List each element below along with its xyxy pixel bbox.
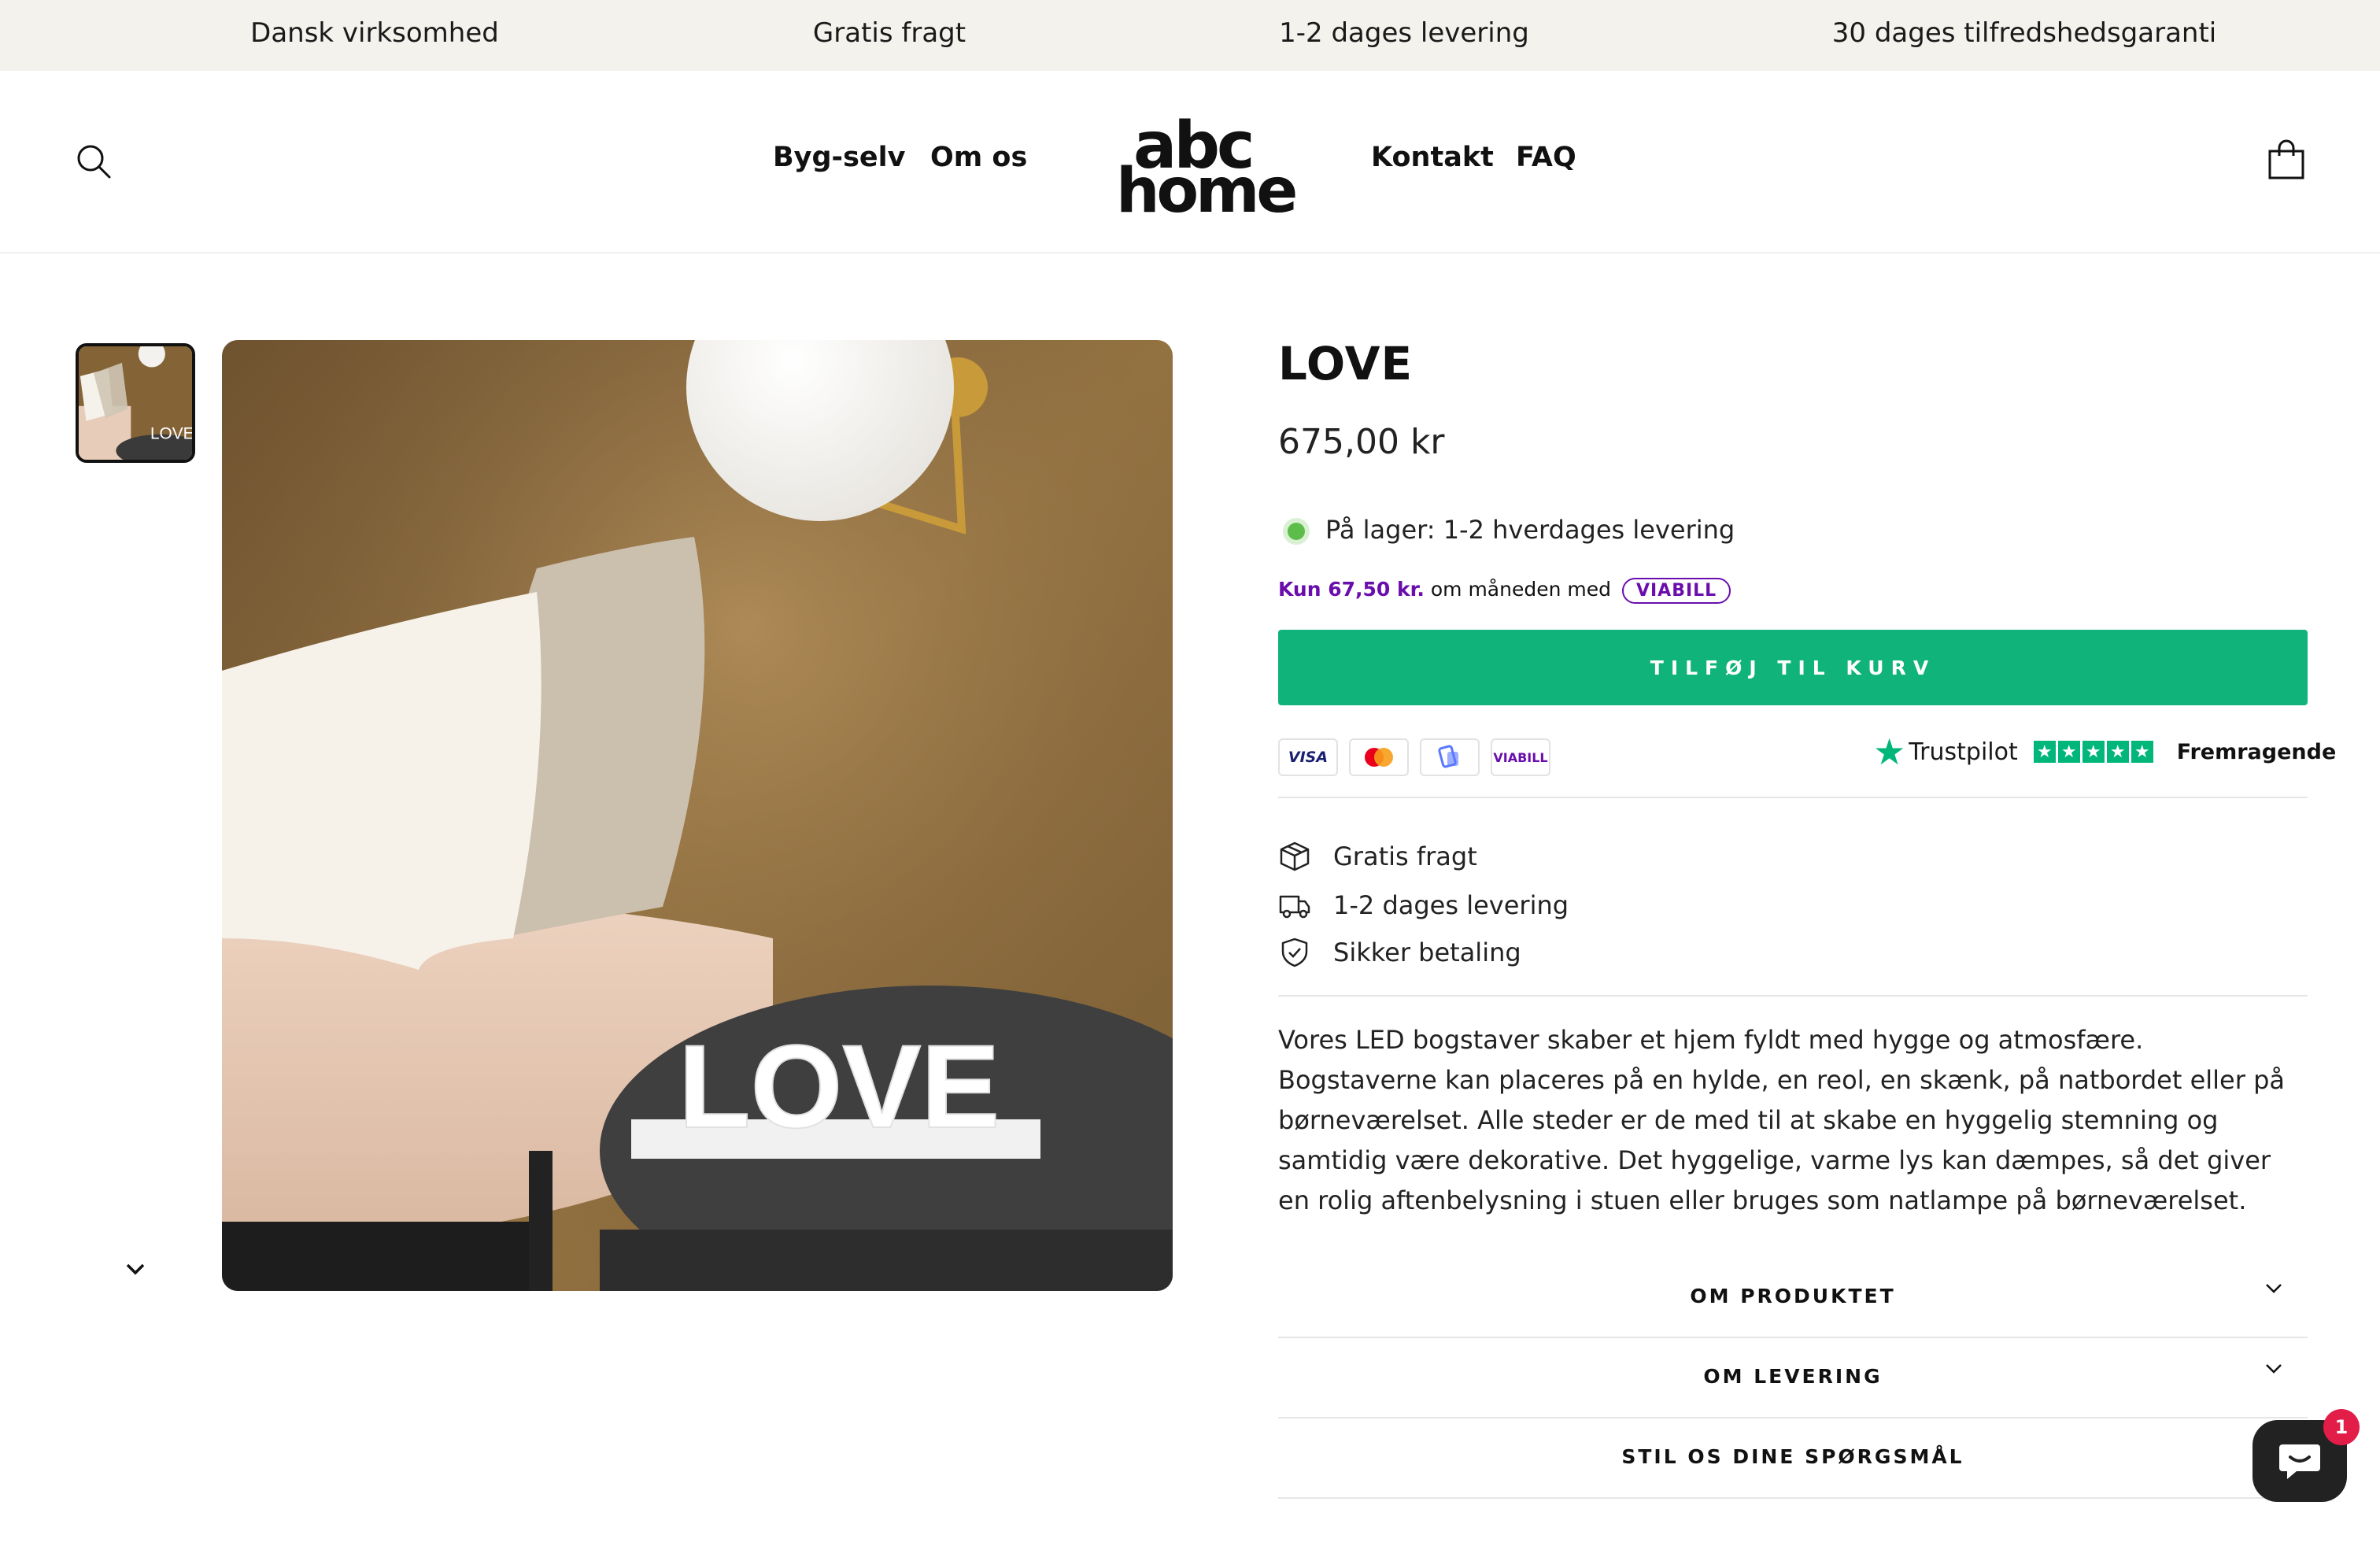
accordion-om-produktet[interactable]: OM PRODUKTET (1278, 1259, 2308, 1338)
announcement-bar: Dansk virksomhed Gratis fragt 1-2 dages … (0, 0, 2380, 71)
announcement-item-2: Gratis fragt (812, 17, 966, 49)
nav-link-kontakt[interactable]: Kontakt (1371, 142, 1494, 173)
accordion-om-levering[interactable]: OM LEVERING (1278, 1340, 2308, 1418)
chat-notification-badge: 1 (2323, 1409, 2360, 1445)
shield-icon (1281, 938, 1308, 967)
mastercard-icon (1349, 738, 1409, 776)
divider (1278, 995, 2308, 997)
installment-amount: Kun 67,50 kr. (1278, 578, 1425, 601)
star-icon: ★ (2033, 741, 2056, 763)
thumbnail-image: LOVE (79, 346, 192, 460)
accordion-label: STIL OS DINE SPØRGSMÅL (1621, 1445, 1964, 1468)
trustpilot-rating: Fremragende (2176, 739, 2337, 764)
product-title: LOVE (1278, 337, 1414, 390)
stock-dot-icon (1288, 523, 1305, 540)
star-icon: ★ (2106, 741, 2129, 763)
trustpilot-widget[interactable]: ★ Trustpilot ★ ★ ★ ★ ★ Fremragende (1873, 730, 2337, 773)
nav-link-faq[interactable]: FAQ (1516, 142, 1576, 173)
trustpilot-name: Trustpilot (1909, 738, 2018, 766)
feature-delivery: 1-2 dages levering (1278, 886, 1569, 924)
stock-status: På lager: 1-2 hverdages levering (1278, 515, 1735, 545)
feature-label: Sikker betaling (1333, 938, 1521, 967)
accordion-stil-os-spoergsmaal[interactable]: STIL OS DINE SPØRGSMÅL (1278, 1420, 2308, 1499)
image-love-text: LOVE (678, 1020, 1000, 1152)
star-icon: ★ (2131, 741, 2153, 763)
mobilepay-icon (1420, 738, 1480, 776)
chevron-down-icon[interactable] (121, 1259, 150, 1278)
feature-label: Gratis fragt (1333, 841, 1477, 871)
package-icon (1280, 841, 1310, 871)
site-header: Byg-selv Om os abc home Kontakt FAQ (0, 71, 2380, 253)
viabill-badge[interactable]: VIABILL (1621, 578, 1731, 604)
trustpilot-star-icon: ★ (1873, 730, 1906, 773)
announcement-item-1: Dansk virksomhed (250, 17, 499, 49)
add-to-cart-button[interactable]: TILFØJ TIL KURV (1278, 630, 2308, 705)
thumbnail-love-text: LOVE (150, 424, 192, 442)
star-icon: ★ (2057, 741, 2080, 763)
viabill-pay-icon: VIABILL (1491, 738, 1550, 776)
installment-text: om måneden med (1430, 578, 1611, 601)
nav-link-byg-selv[interactable]: Byg-selv (773, 142, 905, 173)
chevron-down-icon (2266, 1284, 2282, 1293)
trustpilot-rating-stars: ★ ★ ★ ★ ★ (2033, 741, 2153, 763)
product-thumbnail[interactable]: LOVE (76, 343, 195, 463)
chat-widget-button[interactable]: 1 (2249, 1409, 2360, 1502)
accordion-label: OM PRODUKTET (1690, 1285, 1896, 1307)
installment-info: Kun 67,50 kr. om måneden med VIABILL (1278, 578, 1731, 604)
product-description: Vores LED bogstaver skaber et hjem fyldt… (1278, 1025, 2285, 1215)
cart-icon[interactable] (2267, 139, 2306, 181)
announcement-item-4: 30 dages tilfredshedsgaranti (1831, 17, 2217, 49)
product-main-image[interactable]: LOVE (222, 340, 1173, 1291)
feature-secure-payment: Sikker betaling (1278, 934, 1521, 971)
payment-icons: VISA VIABILL (1278, 738, 1550, 776)
product-photo: LOVE (222, 340, 1173, 1291)
site-logo[interactable]: abc home (1116, 109, 1298, 227)
divider (1278, 797, 2308, 798)
accordion-label: OM LEVERING (1703, 1365, 1883, 1388)
feature-label: 1-2 dages levering (1333, 890, 1569, 920)
visa-icon: VISA (1278, 738, 1338, 776)
announcement-item-3: 1-2 dages levering (1279, 17, 1529, 49)
nav-link-om-os[interactable]: Om os (930, 142, 1027, 173)
chat-icon (2279, 1444, 2320, 1479)
truck-icon (1279, 895, 1310, 919)
product-price: 675,00 kr (1278, 422, 1445, 462)
chevron-down-icon (2266, 1364, 2282, 1374)
feature-free-shipping: Gratis fragt (1278, 838, 1477, 875)
star-icon: ★ (2082, 741, 2105, 763)
logo-line-2: home (1116, 156, 1298, 227)
search-icon[interactable] (76, 143, 112, 179)
stock-text: På lager: 1-2 hverdages levering (1325, 515, 1735, 545)
